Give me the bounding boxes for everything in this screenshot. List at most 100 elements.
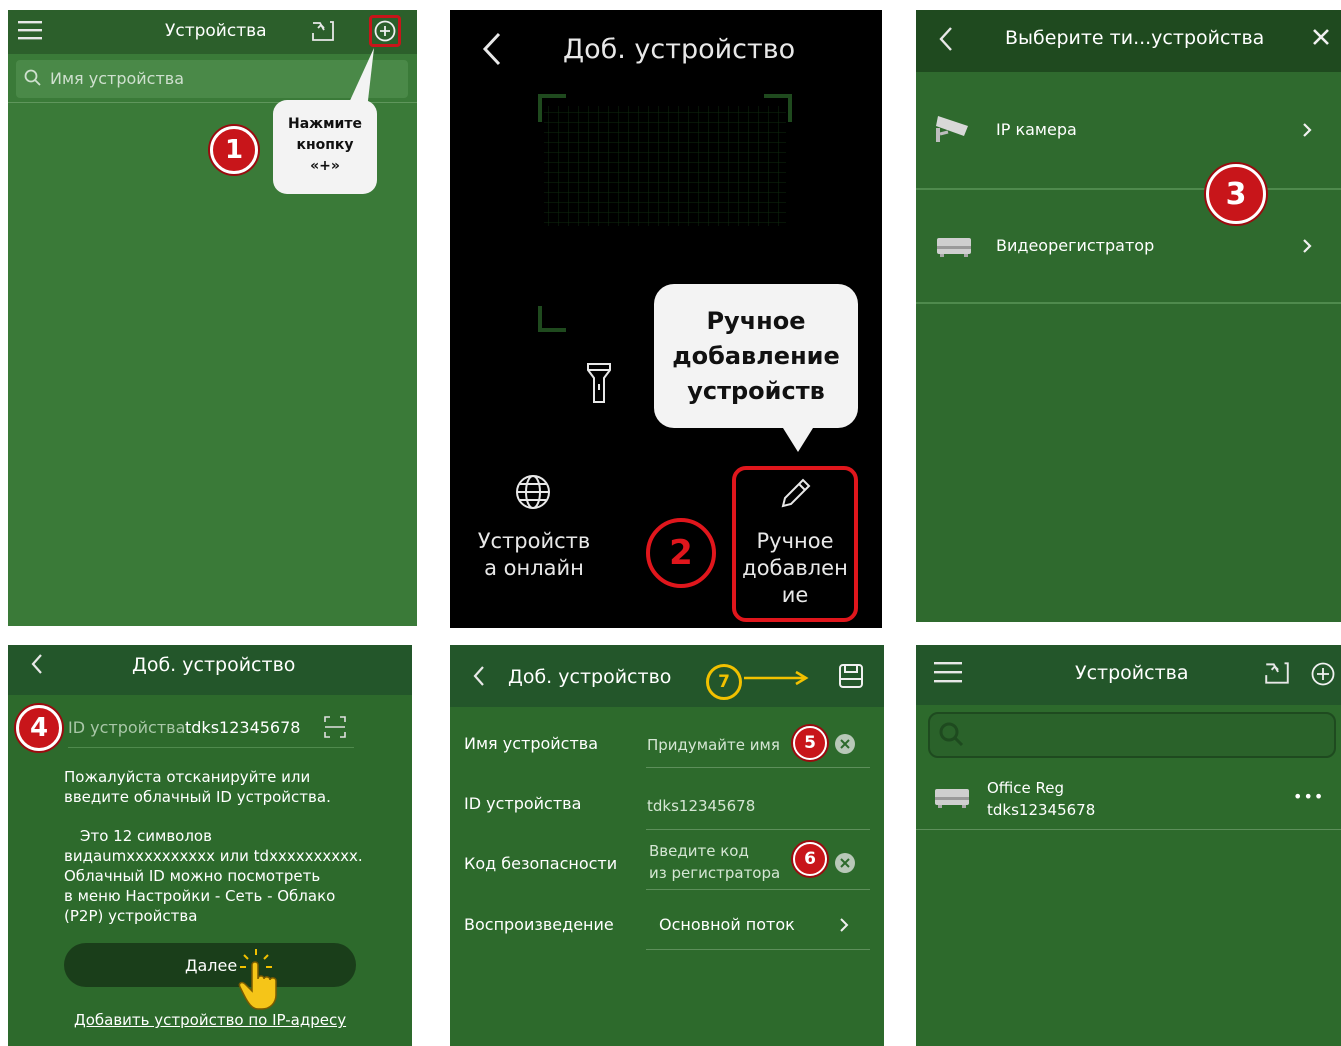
page-title: Доб. устройство: [563, 34, 796, 65]
panel-device-form: Доб. устройство 7 Имя устройства Придума…: [450, 645, 884, 1046]
page-title: Доб. устройство: [132, 654, 296, 676]
search-placeholder: Имя устройства: [50, 69, 185, 88]
step-badge-1: 1: [210, 126, 258, 174]
hint-line: введите облачный ID устройства.: [64, 788, 331, 806]
panel-device-type: Выберите ти...устройства IP камера Видео…: [916, 10, 1341, 622]
field-label: Код безопасности: [464, 854, 618, 873]
list-item-device[interactable]: [916, 773, 1341, 829]
tooltip-line: Нажмите: [288, 116, 362, 132]
tooltip-line: кнопку: [296, 137, 354, 153]
hint-line: Пожалуйста отсканируйте или: [64, 768, 311, 786]
cloud-sync-icon[interactable]: [1263, 659, 1291, 687]
step-badge-5: 5: [793, 726, 827, 760]
id-underline: [68, 747, 354, 748]
online-line: Устройств: [477, 529, 591, 553]
step-badge-7: 7: [706, 664, 742, 700]
back-chevron-icon[interactable]: [30, 653, 44, 675]
manual-line: Ручное: [756, 529, 834, 553]
search-icon: [24, 69, 42, 87]
online-devices-label[interactable]: Устройств а онлайн: [472, 528, 596, 582]
chevron-right-icon: [839, 917, 849, 933]
step-badge-3: 3: [1206, 164, 1266, 224]
step-badge-2: 2: [646, 518, 716, 588]
id-format-text: Это 12 символов видаumxxxxxxxxxx или tdx…: [64, 826, 363, 926]
back-chevron-icon[interactable]: [938, 26, 954, 52]
globe-icon[interactable]: [515, 474, 551, 510]
input-line: Введите код: [649, 842, 749, 860]
online-line: а онлайн: [484, 556, 584, 580]
manual-line: ие: [781, 583, 809, 607]
panel-device-id: Доб. устройство ID устройства tdks123456…: [8, 645, 412, 1046]
list-item-ip-camera[interactable]: [916, 72, 1341, 188]
chevron-right-icon: [1302, 122, 1312, 138]
divider: [646, 767, 870, 768]
next-button-label: Далее: [185, 956, 238, 975]
menu-icon[interactable]: [934, 661, 962, 683]
divider: [646, 949, 870, 950]
save-icon[interactable]: [838, 663, 864, 689]
security-code-input[interactable]: Введите код из регистратора: [649, 840, 780, 884]
panel-scan-add: Доб. устройство Ручное добавление устрой…: [450, 10, 882, 628]
step-badge-6: 6: [793, 842, 827, 876]
panel-devices-result: Устройства Office Reg tdks12345678 •••: [916, 645, 1341, 1046]
callout-line: добавление: [672, 342, 840, 370]
id-input-value[interactable]: tdks12345678: [185, 718, 300, 737]
callout-line: Ручное: [706, 307, 806, 335]
id-label: ID устройства: [68, 718, 186, 737]
step-badge-4: 4: [16, 705, 62, 751]
manual-line: добавлен: [742, 556, 848, 580]
chevron-right-icon: [1302, 238, 1312, 254]
add-by-ip-link[interactable]: Добавить устройство по IP-адресу: [74, 1011, 346, 1029]
stream-select-value[interactable]: Основной поток: [659, 915, 795, 934]
device-id: tdks12345678: [987, 801, 1096, 819]
ip-camera-icon: [934, 112, 972, 144]
more-options-icon[interactable]: •••: [1293, 787, 1324, 806]
device-name: Office Reg: [987, 779, 1065, 797]
clear-icon[interactable]: [834, 852, 856, 874]
clear-icon[interactable]: [834, 733, 856, 755]
search-input[interactable]: [928, 712, 1336, 758]
manual-add-button[interactable]: Ручное добавлен ие: [734, 528, 856, 609]
cloud-sync-icon[interactable]: [310, 18, 336, 44]
search-icon: [938, 721, 964, 747]
dvr-icon: [934, 787, 970, 809]
hint-line: Это 12 символов: [80, 827, 212, 845]
page-title: Выберите ти...устройства: [1005, 27, 1265, 49]
back-chevron-icon[interactable]: [482, 32, 502, 66]
callout-line: устройств: [687, 377, 825, 405]
input-line: из регистратора: [649, 864, 781, 882]
page-title: Доб. устройство: [508, 666, 672, 688]
hint-line: (P2P) устройства: [64, 907, 198, 925]
dvr-icon: [936, 236, 972, 258]
divider: [916, 302, 1341, 304]
divider: [916, 829, 1341, 830]
tap-hand-icon: [234, 947, 284, 1011]
back-chevron-icon[interactable]: [472, 665, 486, 687]
menu-icon[interactable]: [18, 20, 42, 40]
hint-text: Пожалуйста отсканируйте или введите обла…: [64, 767, 331, 807]
flashlight-icon[interactable]: [586, 362, 612, 404]
tooltip-bubble: Нажмите кнопку «+»: [273, 100, 377, 194]
field-label: Имя устройства: [464, 734, 599, 753]
hint-line: видаumxxxxxxxxxx или tdxxxxxxxxxx.: [64, 847, 363, 865]
device-id-value: tdks12345678: [647, 797, 756, 815]
field-label: Воспроизведение: [464, 915, 614, 934]
tooltip-line: «+»: [310, 158, 340, 174]
field-label: ID устройства: [464, 794, 582, 813]
device-name-input[interactable]: Придумайте имя: [647, 736, 780, 754]
page-title: Устройства: [1075, 662, 1189, 684]
close-icon[interactable]: [1312, 28, 1330, 46]
list-item-label: Видеорегистратор: [996, 236, 1155, 255]
hint-line: в меню Настройки - Сеть - Облако: [64, 887, 336, 905]
divider: [646, 829, 870, 830]
arrow-right-icon: [744, 670, 814, 686]
add-device-plus-icon[interactable]: [374, 20, 396, 42]
divider: [646, 889, 870, 890]
pencil-icon[interactable]: [779, 476, 813, 510]
list-item-label: IP камера: [996, 120, 1077, 139]
manual-callout: Ручное добавление устройств: [654, 284, 858, 428]
panel-devices-list: Устройства Имя устройства Нажмите кнопку…: [8, 10, 417, 626]
add-device-plus-icon[interactable]: [1311, 662, 1335, 686]
scan-qr-icon[interactable]: [324, 716, 346, 738]
hint-line: Облачный ID можно посмотреть: [64, 867, 321, 885]
